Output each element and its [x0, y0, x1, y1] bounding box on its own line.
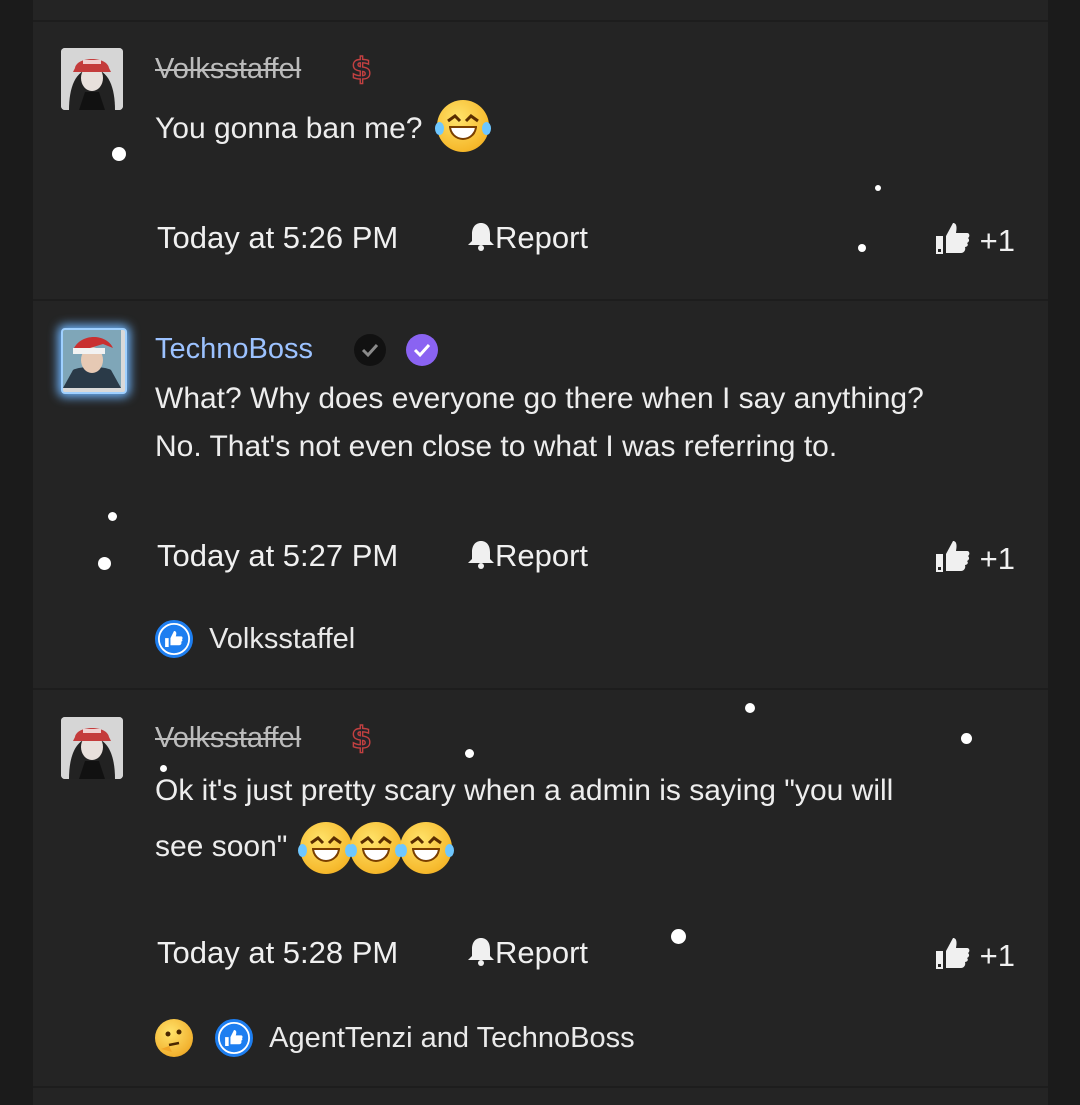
username-text: Volksstaffel: [155, 53, 302, 85]
report-button[interactable]: Report: [467, 935, 588, 971]
grin-sweat-emoji-icon: [434, 100, 491, 152]
snowflake: [961, 733, 972, 744]
thumbs-up-icon: [936, 223, 970, 254]
comment-line: Ok it's just pretty scary when a admin i…: [155, 774, 894, 807]
snowflake: [98, 557, 111, 570]
username[interactable]: TechnoBoss: [155, 332, 313, 366]
like-button[interactable]: +1: [935, 220, 1015, 259]
snowflake: [108, 512, 117, 521]
comment-3: Volksstaffel $ Ok it's just pretty scary…: [33, 689, 1048, 1086]
grin-sweat-emoji-icon: [397, 822, 454, 875]
comment-line: What? Why does everyone go there when I …: [155, 382, 924, 415]
dollar-icon: $: [350, 720, 372, 756]
comment-line: You gonna ban me?: [155, 111, 423, 145]
username-text: Volksstaffel: [155, 722, 302, 754]
report-button[interactable]: Report: [467, 538, 588, 574]
dollar-icon: $: [350, 51, 372, 87]
snowflake: [875, 185, 881, 191]
report-button[interactable]: Report: [467, 220, 588, 256]
reaction-summary[interactable]: Volksstaffel: [155, 620, 355, 658]
bell-icon: [468, 541, 494, 569]
comment-2: TechnoBoss What? Why does everyone go th…: [33, 300, 1048, 688]
snowflake: [465, 749, 474, 758]
thinking-emoji-icon: [155, 1019, 193, 1057]
like-count: +1: [979, 223, 1015, 258]
timestamp: Today at 5:27 PM: [157, 538, 399, 573]
divider: [33, 1086, 1048, 1088]
thumbs-up-icon: [936, 541, 970, 572]
snowflake: [671, 929, 686, 944]
snowflake: [745, 703, 755, 713]
report-label: Report: [495, 935, 589, 970]
avatar[interactable]: [61, 328, 127, 394]
snowflake: [160, 765, 167, 772]
like-count: +1: [979, 938, 1015, 973]
snowflake: [112, 147, 126, 161]
report-label: Report: [495, 538, 589, 573]
like-reaction-icon: [155, 620, 193, 658]
grin-sweat-emoji-icon: [347, 822, 404, 875]
like-reaction-icon: [215, 1019, 254, 1057]
thumbs-up-icon: [936, 938, 970, 969]
reaction-users: Volksstaffel: [209, 622, 356, 655]
snowflake: [858, 244, 866, 252]
username[interactable]: Volksstaffel: [155, 721, 301, 755]
username[interactable]: Volksstaffel: [155, 52, 301, 86]
timestamp: Today at 5:28 PM: [157, 935, 399, 970]
check-badge-icon: [354, 334, 386, 366]
timestamp: Today at 5:26 PM: [157, 220, 399, 255]
avatar[interactable]: [61, 48, 123, 110]
report-label: Report: [495, 220, 589, 255]
reaction-summary[interactable]: AgentTenzi and TechnoBoss: [155, 1019, 635, 1057]
reaction-users: AgentTenzi and TechnoBoss: [269, 1021, 635, 1054]
comment-1: Volksstaffel $ You gonna ban me? Today a…: [33, 0, 1048, 299]
comment-text: What? Why does everyone go there when I …: [155, 375, 924, 471]
like-button[interactable]: +1: [935, 538, 1015, 577]
avatar[interactable]: [61, 717, 123, 779]
grin-sweat-emoji-icon: [297, 822, 354, 875]
like-button[interactable]: +1: [935, 935, 1015, 974]
comment-line: see soon": [155, 830, 288, 863]
comment-line: No. That's not even close to what I was …: [155, 430, 838, 463]
like-count: +1: [979, 541, 1015, 576]
bell-icon: [468, 223, 494, 251]
comment-text: You gonna ban me?: [155, 100, 491, 156]
comment-text: Ok it's just pretty scary when a admin i…: [155, 763, 893, 875]
bell-icon: [468, 938, 494, 966]
verified-badge-icon: [406, 334, 438, 366]
